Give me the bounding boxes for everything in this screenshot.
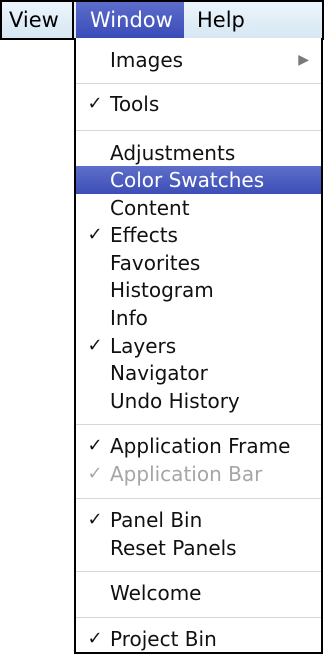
menu-separator <box>76 130 321 131</box>
menu-item-label: Application Bar <box>110 462 263 486</box>
menu-item-effects[interactable]: ✓ Effects <box>76 221 321 249</box>
menu-item-label: Welcome <box>110 581 202 605</box>
menu-item-panel-bin[interactable]: ✓ Panel Bin <box>76 506 321 534</box>
menu-separator <box>76 617 321 618</box>
menu-item-images[interactable]: Images ▶ <box>76 46 321 74</box>
menu-item-favorites[interactable]: Favorites <box>76 249 321 277</box>
submenu-arrow-icon: ▶ <box>298 52 309 68</box>
menu-item-label: Favorites <box>110 251 201 275</box>
menu-view[interactable]: View <box>2 2 74 38</box>
menu-item-label: Navigator <box>110 361 208 385</box>
menu-item-navigator[interactable]: Navigator <box>76 359 321 387</box>
menu-item-label: Histogram <box>110 278 214 302</box>
menu-item-label: Reset Panels <box>110 536 237 560</box>
menu-item-undo-history[interactable]: Undo History <box>76 387 321 415</box>
menu-item-welcome[interactable]: Welcome <box>76 579 321 607</box>
menu-bar: View Window Help <box>0 0 324 40</box>
menu-separator <box>76 498 321 499</box>
menu-item-label: Application Frame <box>110 434 291 458</box>
menu-item-label: Tools <box>110 92 160 116</box>
checkmark-icon: ✓ <box>87 509 103 530</box>
menu-item-label: Undo History <box>110 389 240 413</box>
window-dropdown-menu: Images ▶ ✓ Tools Adjustments Color Swatc… <box>74 38 323 654</box>
menu-item-info[interactable]: Info <box>76 304 321 332</box>
menu-item-project-bin[interactable]: ✓ Project Bin <box>76 625 321 653</box>
menu-item-reset-panels[interactable]: Reset Panels <box>76 534 321 562</box>
menu-item-adjustments[interactable]: Adjustments <box>76 139 321 167</box>
menu-item-histogram[interactable]: Histogram <box>76 276 321 304</box>
menu-item-content[interactable]: Content <box>76 194 321 222</box>
menu-item-layers[interactable]: ✓ Layers <box>76 332 321 360</box>
menu-item-label: Adjustments <box>110 141 236 165</box>
checkmark-icon: ✓ <box>87 335 103 356</box>
menu-help[interactable]: Help <box>197 2 277 38</box>
menu-item-label: Info <box>110 306 148 330</box>
menu-item-tools[interactable]: ✓ Tools <box>76 90 321 118</box>
menu-item-label: Color Swatches <box>110 168 265 192</box>
checkmark-icon: ✓ <box>87 93 103 114</box>
checkmark-icon: ✓ <box>87 435 103 456</box>
menu-separator <box>76 571 321 572</box>
menu-item-label: Images <box>110 48 184 72</box>
menu-item-label: Effects <box>110 223 178 247</box>
menu-item-color-swatches[interactable]: Color Swatches <box>76 166 321 194</box>
menu-item-label: Layers <box>110 334 177 358</box>
checkmark-icon: ✓ <box>87 224 103 245</box>
menu-item-application-bar: ✓ Application Bar <box>76 460 321 488</box>
menu-separator <box>76 83 321 84</box>
checkmark-icon: ✓ <box>87 463 103 484</box>
menu-item-label: Project Bin <box>110 627 217 651</box>
menu-item-label: Panel Bin <box>110 508 203 532</box>
checkmark-icon: ✓ <box>87 628 103 649</box>
menu-separator <box>76 424 321 425</box>
menu-window[interactable]: Window <box>76 2 184 38</box>
menu-item-label: Content <box>110 196 190 220</box>
menu-item-application-frame[interactable]: ✓ Application Frame <box>76 432 321 460</box>
